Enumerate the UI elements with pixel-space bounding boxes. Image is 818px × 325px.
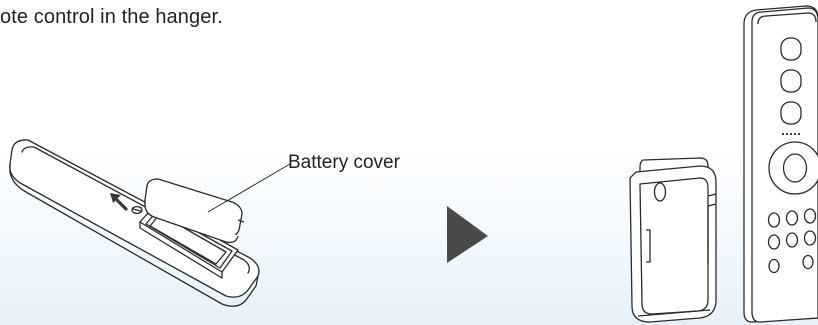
hanger-holder: [629, 157, 717, 323]
illustration: [9, 5, 818, 323]
battery-cover-leader-line: [207, 163, 291, 213]
ok-button: [782, 153, 808, 183]
play-triangle-icon: [447, 206, 488, 263]
